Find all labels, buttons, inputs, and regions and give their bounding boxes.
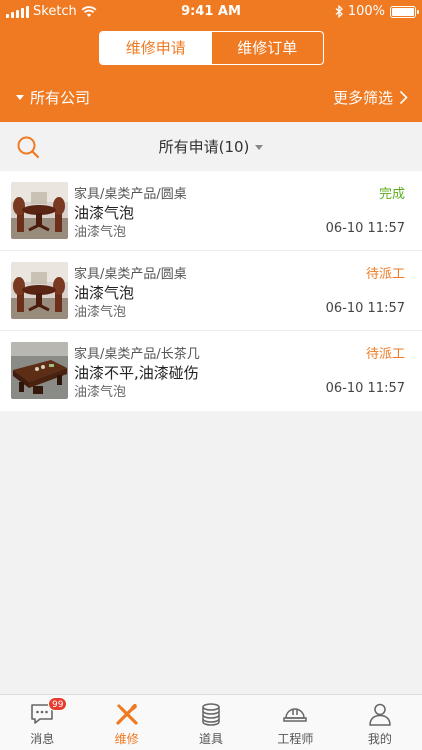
application-filter-dropdown[interactable]: 所有申请(10) bbox=[0, 136, 422, 157]
battery-icon bbox=[390, 5, 419, 18]
list-item[interactable]: 家具/桌类产品/圆桌 油漆气泡 油漆气泡 完成 06-10 11:57 bbox=[0, 171, 422, 251]
tab-repair-order[interactable]: 维修订单 bbox=[212, 32, 324, 64]
item-time: 06-10 11:57 bbox=[325, 301, 405, 316]
tab-repair-request[interactable]: 维修申请 bbox=[100, 32, 212, 64]
unread-badge: 99 bbox=[48, 697, 68, 711]
coins-stack-icon bbox=[202, 703, 220, 726]
caret-down-icon bbox=[255, 145, 264, 150]
item-title: 油漆气泡 bbox=[74, 284, 135, 302]
item-category: 家具/桌类产品/长茶几 bbox=[74, 347, 200, 362]
status-badge: 完成 bbox=[378, 187, 405, 202]
battery-percent: 100% bbox=[347, 4, 385, 19]
item-time: 06-10 11:57 bbox=[325, 221, 405, 236]
chevron-right-icon bbox=[399, 90, 408, 105]
item-description: 油漆气泡 bbox=[74, 385, 127, 400]
item-description: 油漆气泡 bbox=[74, 225, 127, 240]
request-list: 家具/桌类产品/圆桌 油漆气泡 油漆气泡 完成 06-10 11:57 家具/桌… bbox=[0, 171, 422, 411]
tab-bar: 99 消息 维修 道具 工程师 我的 bbox=[0, 694, 422, 750]
company-dropdown[interactable]: 所有公司 bbox=[16, 87, 90, 108]
tab-engineer[interactable]: 工程师 bbox=[253, 695, 337, 750]
tab-repair[interactable]: 维修 bbox=[84, 695, 168, 750]
tab-label: 工程师 bbox=[277, 732, 314, 746]
tab-label: 道具 bbox=[199, 732, 224, 746]
triangle-down-icon bbox=[16, 95, 24, 100]
item-category: 家具/桌类产品/圆桌 bbox=[74, 187, 187, 202]
status-badge: 待派工 bbox=[365, 267, 405, 282]
tab-props[interactable]: 道具 bbox=[169, 695, 253, 750]
company-label: 所有公司 bbox=[30, 89, 91, 107]
round-table-thumbnail bbox=[11, 262, 68, 319]
item-time: 06-10 11:57 bbox=[325, 381, 405, 396]
filter-row: 所有公司 更多筛选 bbox=[0, 84, 422, 112]
application-filter-label: 所有申请(10) bbox=[158, 138, 250, 156]
segmented-control: 维修申请 维修订单 bbox=[99, 31, 324, 65]
tab-label: 消息 bbox=[30, 732, 55, 746]
tab-mine[interactable]: 我的 bbox=[338, 695, 422, 750]
more-filters-label: 更多筛选 bbox=[332, 89, 393, 107]
long-tea-table-thumbnail bbox=[11, 342, 68, 399]
hardhat-icon bbox=[283, 708, 308, 722]
tab-label: 维修 bbox=[114, 732, 139, 746]
status-badge: 待派工 bbox=[365, 347, 405, 362]
status-bar: Sketch 9:41 AM 100% bbox=[0, 0, 422, 24]
item-category: 家具/桌类产品/圆桌 bbox=[74, 267, 187, 282]
tools-icon bbox=[116, 704, 138, 725]
item-title: 油漆不平,油漆碰伤 bbox=[74, 364, 199, 382]
list-item[interactable]: 家具/桌类产品/长茶几 油漆不平,油漆碰伤 油漆气泡 待派工 06-10 11:… bbox=[0, 331, 422, 411]
item-title: 油漆气泡 bbox=[74, 204, 135, 222]
tab-label: 我的 bbox=[367, 732, 392, 746]
list-item[interactable]: 家具/桌类产品/圆桌 油漆气泡 油漆气泡 待派工 06-10 11:57 bbox=[0, 251, 422, 331]
bluetooth-icon bbox=[335, 5, 343, 18]
item-description: 油漆气泡 bbox=[74, 305, 127, 320]
round-table-thumbnail bbox=[11, 182, 68, 239]
more-filters-button[interactable]: 更多筛选 bbox=[333, 87, 408, 108]
user-icon bbox=[369, 703, 391, 726]
search-bar: 所有申请(10) bbox=[0, 122, 422, 171]
tab-messages[interactable]: 99 消息 bbox=[0, 695, 84, 750]
